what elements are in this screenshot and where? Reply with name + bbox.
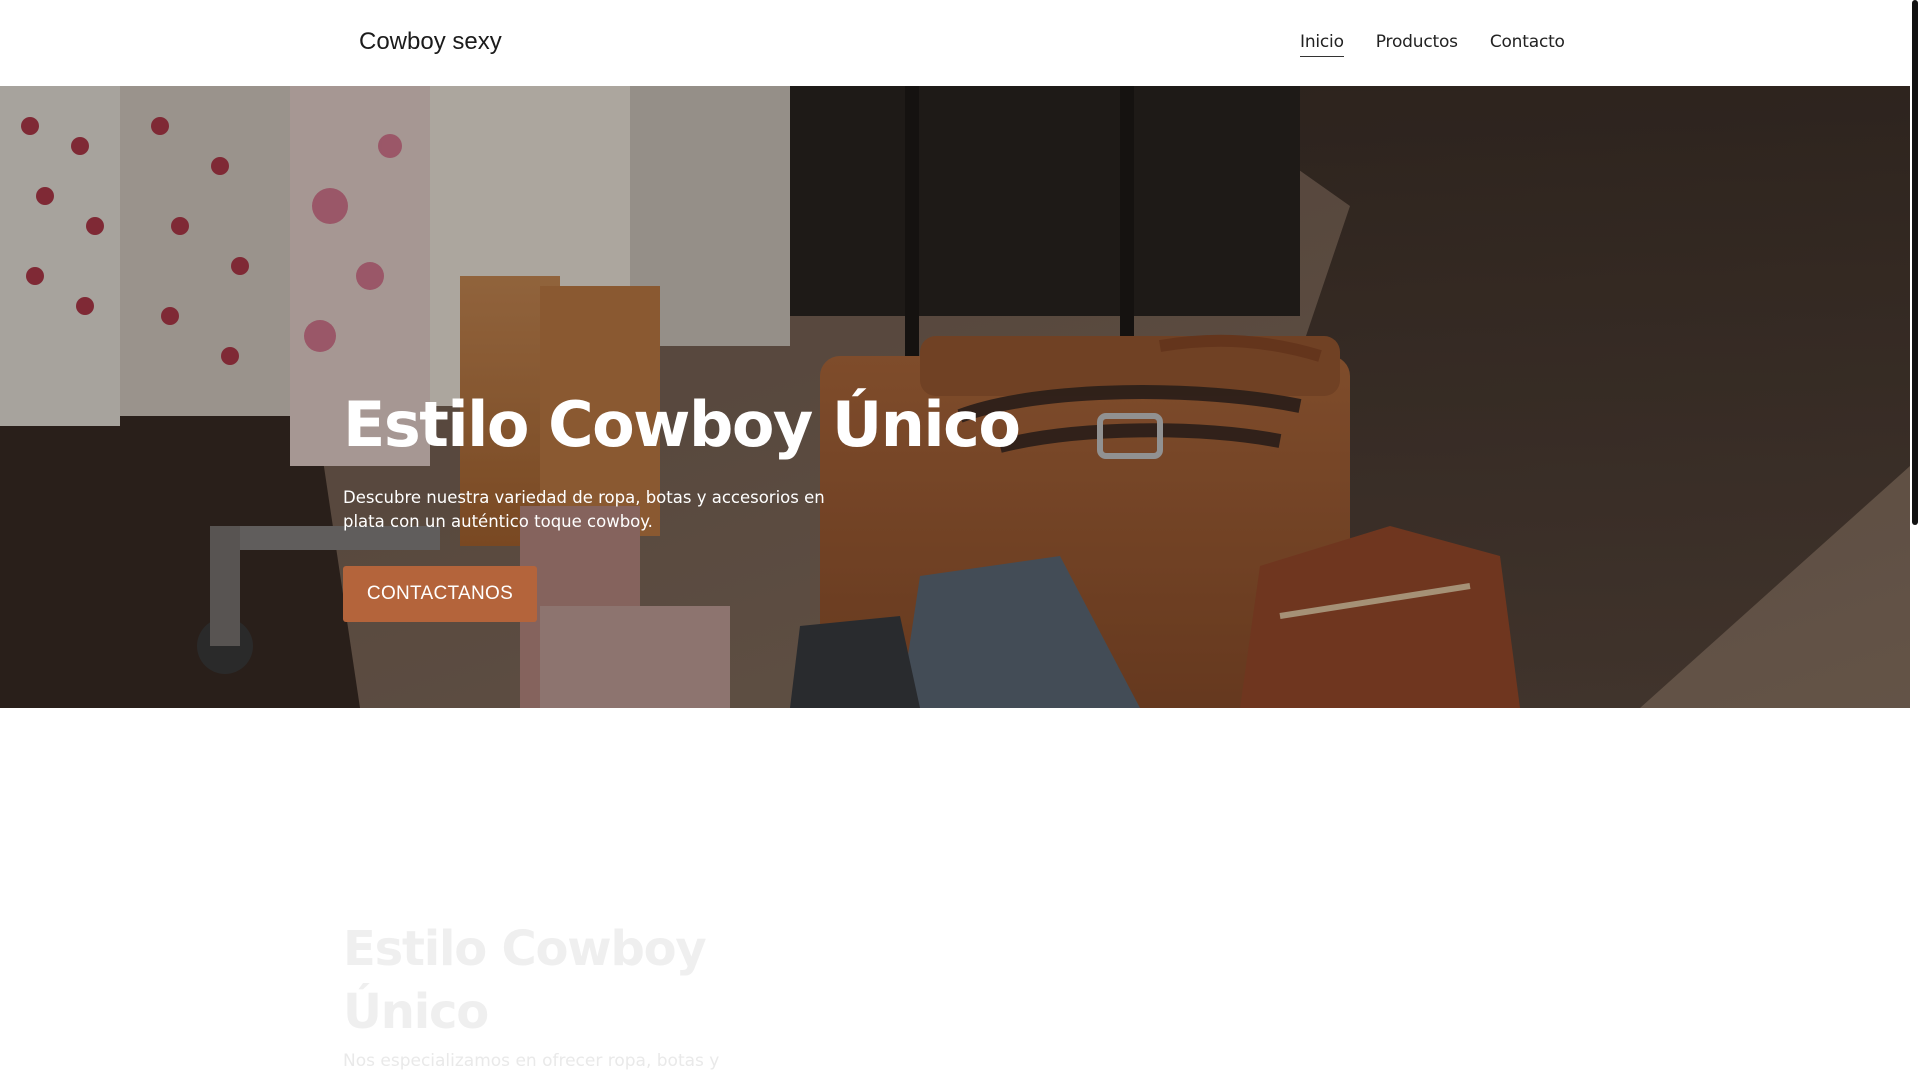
page-scrollbar-thumb[interactable] — [1912, 0, 1918, 525]
site-header: Cowboy sexy Inicio Productos Contacto — [0, 0, 1910, 86]
hero-description: Descubre nuestra variedad de ropa, botas… — [343, 488, 825, 531]
nav-link-productos[interactable]: Productos — [1376, 32, 1458, 57]
hero-section: Estilo Cowboy Único Descubre nuestra var… — [0, 86, 1910, 708]
about-title: Estilo Cowboy Único — [343, 921, 707, 1040]
about-description: Nos especializamos en ofrecer ropa, bota… — [343, 1051, 720, 1071]
main-nav: Inicio Productos Contacto — [1300, 32, 1565, 57]
brand-logo-link[interactable]: Cowboy sexy — [359, 28, 502, 56]
nav-link-contacto[interactable]: Contacto — [1490, 32, 1565, 57]
about-section: Estilo Cowboy Único Nos especializamos e… — [0, 708, 1910, 1080]
contact-cta-button[interactable]: CONTACTANOS — [343, 566, 537, 622]
hero-title: Estilo Cowboy Único — [343, 388, 1021, 461]
nav-link-inicio[interactable]: Inicio — [1300, 32, 1344, 57]
